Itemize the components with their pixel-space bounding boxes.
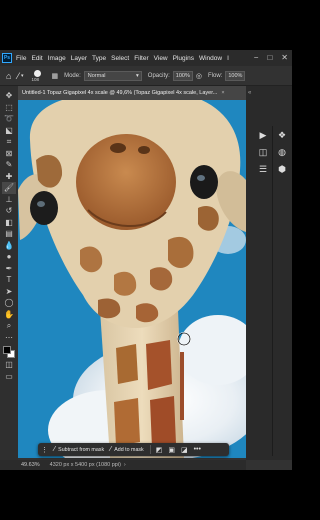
brush-chevron-down-icon[interactable]: ▾ [21, 73, 24, 79]
document-canvas[interactable] [18, 100, 246, 458]
more-options-icon[interactable]: ••• [194, 446, 201, 453]
quick-mask-icon[interactable]: ◫ [2, 359, 16, 371]
frame-tool-icon[interactable]: ⊠ [2, 148, 16, 160]
more-tools-icon[interactable]: ⋯ [2, 332, 16, 344]
hand-tool-icon[interactable]: ✋ [2, 309, 16, 321]
history-brush-tool-icon[interactable]: ↺ [2, 205, 16, 217]
menu-type[interactable]: Type [92, 55, 106, 62]
photoshop-logo: Ps [2, 53, 12, 63]
opacity-label: Opacity: [147, 72, 170, 79]
brush-tool-icon-active[interactable]: 🖌 [2, 182, 16, 194]
menu-filter[interactable]: Filter [134, 55, 148, 62]
mode-label: Mode: [64, 72, 81, 79]
menu-select[interactable]: Select [111, 55, 129, 62]
eraser-tool-icon[interactable]: ◧ [2, 217, 16, 229]
type-tool-icon[interactable]: T [2, 274, 16, 286]
move-tool-icon[interactable]: ✥ [2, 90, 16, 102]
menu-file[interactable]: File [16, 55, 26, 62]
eyedropper-tool-icon[interactable]: ✎ [2, 159, 16, 171]
menu-edit[interactable]: Edit [31, 55, 42, 62]
menu-bar: Ps File Edit Image Layer Type Select Fil… [0, 50, 292, 66]
subtract-brush-icon: ⁄ [54, 446, 56, 453]
minimize-button[interactable]: − [254, 53, 259, 62]
window-controls: − □ ✕ [254, 53, 288, 62]
crop-tool-icon[interactable]: ⌗ [2, 136, 16, 148]
foreground-color-swatch[interactable] [3, 346, 11, 354]
menu-view[interactable]: View [154, 55, 168, 62]
flow-input[interactable]: 100% [225, 70, 246, 81]
libraries-icon[interactable]: ⬢ [278, 164, 286, 175]
document-info[interactable]: 4320 px x 5400 px (1080 ppi) [50, 462, 121, 468]
subtract-from-mask-button[interactable]: ⁄ Subtract from mask [54, 446, 104, 453]
color-swatches[interactable] [2, 345, 16, 359]
menu-layer[interactable]: Layer [71, 55, 87, 62]
add-to-mask-button[interactable]: ⁄ Add to mask [110, 446, 144, 453]
tools-panel: ✥ ⬚ ➰ ⬕ ⌗ ⊠ ✎ ✚ 🖌 ⊥ ↺ ◧ ▤ 💧 ● ✒ T ➤ ◯ ✋ … [0, 86, 18, 460]
blur-tool-icon[interactable]: 💧 [2, 240, 16, 252]
maximize-button[interactable]: □ [267, 53, 272, 62]
panel-divider [272, 126, 273, 456]
brush-size-value: 108 [31, 76, 39, 82]
add-to-mask-label: Add to mask [114, 446, 144, 453]
right-panel-dock: « ▶ ◫ ☰ ❖ ◍ ⬢ [246, 86, 292, 460]
drag-handle-icon[interactable]: ⋮ [41, 446, 48, 454]
healing-brush-tool-icon[interactable]: ✚ [2, 171, 16, 183]
gradient-tool-icon[interactable]: ▤ [2, 228, 16, 240]
collapse-panels-icon[interactable]: « [248, 90, 251, 96]
menu-window[interactable]: Window [199, 55, 222, 62]
menu-help[interactable]: I [227, 55, 229, 62]
pressure-opacity-icon[interactable]: ◎ [196, 72, 202, 80]
divider [149, 445, 151, 454]
document-tab-title: Untitled-1 Topaz Gigapixel 4x scale @ 49… [22, 89, 218, 96]
contextual-task-bar: ⋮ ⁄ Subtract from mask ⁄ Add to mask ◩ ▣… [38, 443, 229, 456]
document-tab[interactable]: Untitled-1 Topaz Gigapixel 4x scale @ 49… [18, 85, 246, 100]
brush-preset-picker[interactable]: 108 [31, 69, 45, 83]
close-tab-icon[interactable]: × [221, 90, 224, 96]
blend-mode-select[interactable]: Normal ▾ [83, 70, 142, 81]
brush-settings-icon[interactable]: ▦ [51, 72, 58, 80]
pen-tool-icon[interactable]: ✒ [2, 263, 16, 275]
dodge-tool-icon[interactable]: ● [2, 251, 16, 263]
photoshop-window: Ps File Edit Image Layer Type Select Fil… [0, 50, 292, 470]
panel-column-1: ▶ ◫ ☰ [256, 130, 270, 175]
adjustments-icon[interactable]: ◍ [278, 147, 286, 158]
object-select-tool-icon[interactable]: ⬕ [2, 125, 16, 137]
layers-comps-icon[interactable]: ◫ [259, 147, 268, 158]
zoom-tool-icon[interactable]: ⌕ [2, 320, 16, 332]
options-bar: ⌂ ⁄ ▾ 108 ▦ Mode: Normal ▾ Opacity: 100%… [0, 66, 292, 86]
clone-stamp-tool-icon[interactable]: ⊥ [2, 194, 16, 206]
opacity-input[interactable]: 100% [172, 70, 193, 81]
brush-tip-icon [34, 69, 42, 77]
menu-plugins[interactable]: Plugins [173, 55, 194, 62]
shape-tool-icon[interactable]: ◯ [2, 297, 16, 309]
layers-panel-icon[interactable]: ❖ [278, 130, 286, 141]
zoom-level[interactable]: 49.63% [21, 462, 40, 468]
lasso-tool-icon[interactable]: ➰ [2, 113, 16, 125]
chevron-down-icon: ▾ [136, 72, 139, 79]
screen-mode-icon[interactable]: ▭ [2, 371, 16, 383]
home-icon[interactable]: ⌂ [6, 71, 11, 81]
subtract-from-mask-label: Subtract from mask [58, 446, 105, 453]
status-menu-arrow[interactable]: › [124, 462, 126, 468]
flow-label: Flow: [207, 72, 223, 79]
play-actions-icon[interactable]: ▶ [260, 130, 267, 141]
brush-tool-icon[interactable]: ⁄ [17, 71, 19, 81]
panel-column-2: ❖ ◍ ⬢ [275, 130, 289, 175]
path-select-tool-icon[interactable]: ➤ [2, 286, 16, 298]
mask-settings-icon[interactable]: ◪ [181, 446, 188, 454]
status-bar-left [0, 460, 18, 470]
refine-mask-icon[interactable]: ▣ [168, 446, 175, 454]
properties-icon[interactable]: ☰ [259, 164, 267, 175]
document-tab-bar: Untitled-1 Topaz Gigapixel 4x scale @ 49… [18, 85, 246, 100]
status-bar: 49.63% 4320 px x 5400 px (1080 ppi) › [18, 460, 246, 470]
blend-mode-value: Normal [87, 72, 106, 79]
menu-image[interactable]: Image [48, 55, 66, 62]
invert-mask-icon[interactable]: ◩ [156, 446, 163, 454]
add-brush-icon: ⁄ [110, 446, 112, 453]
marquee-tool-icon[interactable]: ⬚ [2, 102, 16, 114]
close-window-button[interactable]: ✕ [281, 53, 288, 62]
giraffe-photo [18, 100, 246, 458]
